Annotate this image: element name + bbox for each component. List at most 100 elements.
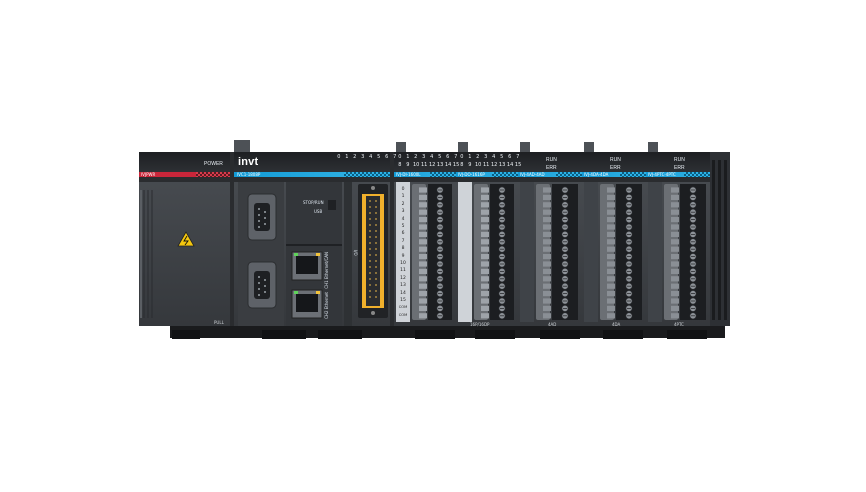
input-led-3: 3 <box>422 154 426 160</box>
terminal-clamp <box>607 261 615 267</box>
output-led-1: 1 <box>468 154 472 160</box>
analog-1-model: IVJ-4AD-4AD <box>520 172 545 177</box>
terminal-clamp <box>607 231 615 237</box>
analog-2-footer: 4DA <box>612 322 621 327</box>
terminal-clamp <box>481 291 489 297</box>
cpu-led-5: 5 <box>377 154 381 160</box>
input-terminal-label: COM <box>398 312 408 317</box>
output-led-8: 8 <box>460 162 464 168</box>
terminal-clamp <box>543 291 551 297</box>
brand-logo: invt <box>238 156 259 168</box>
terminal-clamp <box>419 305 427 311</box>
cpu-led-4: 4 <box>369 154 373 160</box>
output-led-2: 2 <box>476 154 480 160</box>
terminal-clamp <box>543 305 551 311</box>
terminal-clamp <box>543 283 551 289</box>
input-led-9: 9 <box>406 162 410 168</box>
input-led-10: 10 <box>412 162 420 168</box>
terminal-clamp <box>481 231 489 237</box>
analog-3-run: RUN <box>674 157 685 163</box>
terminal-clamp <box>481 313 489 319</box>
terminal-clamp <box>543 231 551 237</box>
plc-rack-drawing <box>139 140 730 339</box>
io-connector[interactable] <box>358 184 388 318</box>
cpu-led-2: 2 <box>353 154 357 160</box>
output-led-14: 14 <box>506 162 514 168</box>
output-led-15: 15 <box>514 162 522 168</box>
terminal-clamp <box>419 224 427 230</box>
terminal-clamp <box>607 209 615 215</box>
input-led-0: 0 <box>398 154 402 160</box>
terminal-clamp <box>671 291 679 297</box>
terminal-clamp <box>481 298 489 304</box>
terminal-clamp <box>671 313 679 319</box>
terminal-clamp <box>481 276 489 282</box>
terminal-clamp <box>419 202 427 208</box>
terminal-clamp <box>671 261 679 267</box>
terminal-clamp <box>543 298 551 304</box>
input-terminal-label: 11 <box>400 268 406 274</box>
terminal-clamp <box>607 268 615 274</box>
cpu-led-3: 3 <box>361 154 365 160</box>
output-led-0: 0 <box>460 154 464 160</box>
terminal-clamp <box>671 194 679 200</box>
power-model: IVJPWR <box>141 172 156 177</box>
terminal-clamp <box>481 261 489 267</box>
terminal-clamp <box>671 298 679 304</box>
serial-port-2[interactable] <box>247 261 277 309</box>
serial-port-1[interactable] <box>247 193 277 241</box>
stop-run-switch[interactable] <box>328 200 336 210</box>
input-terminal-label: 0 <box>401 187 405 192</box>
input-terminal-label: 9 <box>401 253 405 259</box>
terminal-clamp <box>607 217 615 223</box>
input-terminal-label: 14 <box>400 290 406 296</box>
terminal-clamp <box>419 276 427 282</box>
output-led-13: 13 <box>498 162 506 168</box>
input-led-6: 6 <box>446 154 450 160</box>
input-led-row-top: 0 1 2 3 4 5 6 7 <box>397 154 458 160</box>
terminal-clamp <box>543 313 551 319</box>
terminal-clamp <box>607 187 615 193</box>
terminal-clamp <box>481 239 489 245</box>
cpu-model: IVC1-1808P <box>237 172 261 177</box>
terminal-clamp <box>671 231 679 237</box>
terminal-clamp <box>671 268 679 274</box>
output-led-row-bottom: 8 9 10 11 12 13 14 15 <box>459 162 522 168</box>
input-terminal-label: 13 <box>400 283 406 289</box>
terminal-clamp <box>607 239 615 245</box>
cpu-led-row: 0 1 2 3 4 5 6 7 <box>336 154 397 160</box>
terminal-clamp <box>671 187 679 193</box>
terminal-clamp <box>607 224 615 230</box>
terminal-clamp <box>543 276 551 282</box>
terminal-clamp <box>419 298 427 304</box>
terminal-clamp <box>481 254 489 260</box>
input-led-7: 7 <box>454 154 458 160</box>
terminal-clamp <box>671 246 679 252</box>
ethernet-port-1[interactable] <box>291 251 323 281</box>
analog-3-footer: 4PTC <box>674 322 684 327</box>
terminal-clamp <box>481 305 489 311</box>
port-top-label: CH1 Ethernet/CAN <box>324 252 329 289</box>
output-led-3: 3 <box>484 154 488 160</box>
terminal-clamp <box>481 283 489 289</box>
terminal-clamp <box>419 283 427 289</box>
output-led-4: 4 <box>492 154 496 160</box>
terminal-clamp <box>419 254 427 260</box>
terminal-clamp <box>543 224 551 230</box>
input-terminal-label: 5 <box>401 224 405 229</box>
analog-3-model: IVJ-4PTC-4PTC <box>648 172 676 177</box>
terminal-clamp <box>543 246 551 252</box>
input-terminal-label: 10 <box>400 261 406 266</box>
analog-1-err: ERR <box>546 165 557 171</box>
usb-label: USB <box>314 209 323 214</box>
input-terminal-label: 3 <box>401 209 405 215</box>
input-led-14: 14 <box>444 162 452 168</box>
analog-2-err: ERR <box>610 165 621 171</box>
stop-run-label: STOP/RUN <box>303 200 324 205</box>
ethernet-port-2[interactable] <box>291 289 323 319</box>
input-terminal-label: 1 <box>401 194 405 200</box>
port-bottom-label: CH2 Ethernet <box>324 292 329 319</box>
terminal-clamp <box>671 276 679 282</box>
output-model: IVJ-DO-1616P <box>458 172 485 177</box>
output-led-10: 10 <box>474 162 482 168</box>
